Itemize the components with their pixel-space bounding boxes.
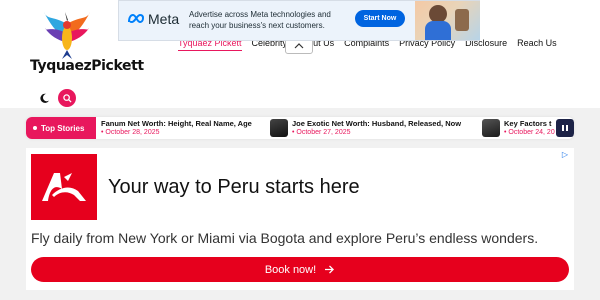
meta-logo: Meta <box>127 11 179 27</box>
dark-mode-toggle[interactable] <box>36 90 52 106</box>
story-date-text: October 24, 20 <box>508 129 555 136</box>
search-button[interactable] <box>58 89 76 107</box>
top-stories-label: Top Stories <box>26 117 96 139</box>
story-date: • October 27, 2025 <box>292 129 351 136</box>
story-title[interactable]: Key Factors t <box>504 119 555 128</box>
search-icon <box>62 93 72 103</box>
story-title[interactable]: Joe Exotic Net Worth: Husband, Released,… <box>292 119 461 128</box>
top-stories-ticker: Top Stories Fanum Net Worth: Height, Rea… <box>26 117 574 139</box>
story-thumbnail[interactable] <box>270 119 288 137</box>
hummingbird-logo-icon[interactable] <box>44 10 90 60</box>
story-date: • October 24, 20 <box>504 129 555 136</box>
ad-body-text: Fly daily from New York or Miami via Bog… <box>31 230 539 246</box>
book-now-button[interactable]: Book now! <box>31 257 569 282</box>
site-logo-text[interactable]: TyquaezPickett <box>30 58 144 74</box>
meta-ad-line-2: reach your business's next customers. <box>189 21 325 30</box>
story-text: Joe Exotic Net Worth: Husband, Released,… <box>292 119 461 137</box>
story-text: Fanum Net Worth: Height, Real Name, Age … <box>101 119 252 137</box>
book-now-label: Book now! <box>264 263 317 276</box>
meta-ad-line-1: Advertise across Meta technologies and <box>189 10 331 19</box>
ad-headline[interactable]: Your way to Peru starts here <box>108 176 360 199</box>
story-thumbnail[interactable] <box>482 119 500 137</box>
story-title[interactable]: Fanum Net Worth: Height, Real Name, Age <box>101 119 252 128</box>
meta-ad-copy: Advertise across Meta technologies and r… <box>189 9 331 31</box>
pause-icon <box>562 125 568 131</box>
live-dot-icon <box>33 126 37 130</box>
airline-logo[interactable] <box>31 154 97 220</box>
chevron-up-icon <box>294 43 304 49</box>
moon-icon <box>39 93 49 103</box>
top-stories-label-text: Top Stories <box>41 123 85 133</box>
story-date: • October 28, 2025 <box>101 129 160 136</box>
meta-ad-person-body <box>425 21 451 40</box>
story-text: Key Factors t • October 24, 20 <box>504 119 555 137</box>
arrow-right-icon <box>325 265 335 274</box>
peru-flight-advertisement[interactable]: ▷ Your way to Peru starts here Fly daily… <box>26 148 574 290</box>
meta-start-now-button[interactable]: Start Now <box>355 10 405 27</box>
meta-advertisement[interactable]: Meta Advertise across Meta technologies … <box>118 0 480 41</box>
story-date-text: October 27, 2025 <box>296 129 351 136</box>
meta-ad-prop <box>455 9 469 31</box>
nav-item-reach-us[interactable]: Reach Us <box>517 38 557 51</box>
airline-logo-icon <box>42 173 86 201</box>
story-date-text: October 28, 2025 <box>105 129 160 136</box>
story-item[interactable]: Joe Exotic Net Worth: Husband, Released,… <box>270 119 461 137</box>
story-item[interactable]: Key Factors t • October 24, 20 <box>482 119 555 137</box>
story-item[interactable]: Fanum Net Worth: Height, Real Name, Age … <box>101 119 252 137</box>
adchoices-icon[interactable]: ▷ <box>562 150 568 159</box>
meta-infinity-icon <box>128 14 145 24</box>
meta-ad-image <box>415 1 480 40</box>
ticker-pause-button[interactable] <box>556 119 574 137</box>
meta-brand-text: Meta <box>148 11 180 27</box>
